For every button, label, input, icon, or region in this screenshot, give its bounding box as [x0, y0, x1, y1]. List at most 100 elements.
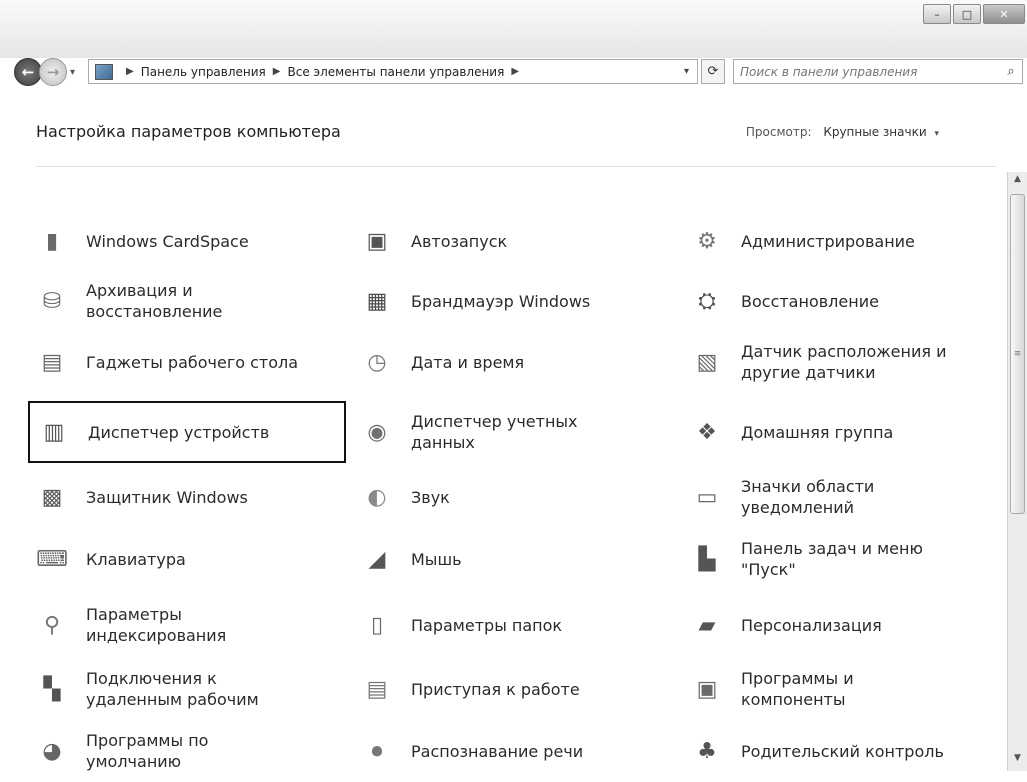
breadcrumb-separator-icon[interactable]: ▶ [126, 66, 134, 77]
personalization-icon: ▰ [698, 612, 716, 638]
parental-controls-icon: ♣ [697, 738, 717, 764]
getting-started-icon: ▤ [366, 676, 388, 702]
view-by-label: Просмотр: [745, 125, 812, 139]
item-label: Windows CardSpace [86, 231, 249, 251]
control-panel-icon [95, 63, 113, 80]
item-label: Защитник Windows [86, 487, 248, 507]
autoplay-icon: ▣ [366, 228, 388, 254]
forward-button[interactable]: → [39, 58, 67, 86]
taskbar-icon: ▙ [698, 546, 716, 572]
nav-buttons: ← → ▾ [14, 58, 78, 86]
breadcrumb-separator-icon[interactable]: ▶ [273, 66, 281, 77]
backup-icon: ⛁ [42, 288, 62, 314]
item-device-manager[interactable]: ▥ Диспетчер устройств [28, 401, 346, 463]
recent-pages-dropdown[interactable]: ▾ [70, 67, 75, 78]
item-location-sensors[interactable]: ▧ Датчик расположения и другие датчики [683, 331, 983, 393]
item-label: Приступая к работе [411, 679, 580, 699]
programs-features-icon: ▣ [696, 676, 718, 702]
address-bar[interactable]: ▶ Панель управления ▶ Все элементы панел… [88, 59, 698, 84]
credential-manager-icon: ◉ [367, 419, 387, 445]
homegroup-icon: ❖ [697, 419, 717, 445]
view-by-control: Просмотр: Крупные значки ▾ [746, 125, 939, 139]
search-input[interactable] [734, 63, 1000, 80]
item-label: Брандмауэр Windows [411, 291, 591, 311]
item-taskbar-start-menu[interactable]: ▙ Панель задач и меню "Пуск" [683, 528, 983, 590]
breadcrumb-control-panel[interactable]: Панель управления [141, 65, 266, 79]
page-title: Настройка параметров компьютера [36, 122, 341, 141]
item-label: Администрирование [741, 231, 915, 251]
item-label: Программы по умолчанию [86, 731, 209, 771]
item-credential-manager[interactable]: ◉ Диспетчер учетных данных [353, 401, 671, 463]
remote-desktop-icon: ▚ [43, 676, 61, 702]
folder-options-icon: ▯ [370, 612, 384, 638]
recovery-icon: ⛭ [698, 288, 716, 314]
refresh-button[interactable]: ⟳ [701, 59, 725, 84]
item-label: Параметры индексирования [86, 605, 227, 645]
item-label: Диспетчер устройств [88, 422, 270, 442]
item-parental-controls[interactable]: ♣ Родительский контроль [683, 720, 983, 782]
item-label: Дата и время [411, 352, 525, 372]
item-recovery[interactable]: ⛭ Восстановление [683, 270, 983, 332]
item-mouse[interactable]: ◢ Мышь [353, 528, 671, 590]
defender-icon: ▩ [41, 484, 63, 510]
item-label: Восстановление [741, 291, 879, 311]
close-button[interactable]: ✕ [983, 4, 1025, 24]
item-label: Звук [411, 487, 450, 507]
date-time-icon: ◷ [367, 349, 387, 375]
scroll-down-icon[interactable]: ▼ [1008, 753, 1027, 769]
item-homegroup[interactable]: ❖ Домашняя группа [683, 401, 983, 463]
item-label: Программы и компоненты [741, 669, 854, 709]
item-folder-options[interactable]: ▯ Параметры папок [353, 594, 671, 656]
speech-recognition-icon: ⏺ [371, 738, 383, 764]
default-programs-icon: ◕ [42, 738, 62, 764]
item-autoplay[interactable]: ▣ Автозапуск [353, 210, 671, 272]
back-button[interactable]: ← [14, 58, 42, 86]
item-getting-started[interactable]: ▤ Приступая к работе [353, 658, 671, 720]
item-notification-icons[interactable]: ▭ Значки области уведомлений [683, 466, 983, 528]
item-label: Параметры папок [411, 615, 563, 635]
item-administrative-tools[interactable]: ⚙ Администрирование [683, 210, 983, 272]
search-box[interactable]: ⌕ [733, 59, 1023, 84]
item-indexing-options[interactable]: ⚲ Параметры индексирования [28, 594, 346, 656]
indexing-icon: ⚲ [43, 612, 61, 638]
divider [36, 166, 996, 167]
minimize-button[interactable]: – [923, 4, 951, 24]
item-label: Гаджеты рабочего стола [86, 352, 299, 372]
scroll-up-icon[interactable]: ▲ [1008, 174, 1027, 190]
device-manager-icon: ▥ [43, 419, 65, 445]
title-bar: – □ ✕ [0, 0, 1027, 58]
item-default-programs[interactable]: ◕ Программы по умолчанию [28, 720, 346, 782]
breadcrumb-all-items[interactable]: Все элементы панели управления [287, 65, 504, 79]
item-backup-restore[interactable]: ⛁ Архивация и восстановление [28, 270, 346, 332]
item-desktop-gadgets[interactable]: ▤ Гаджеты рабочего стола [28, 331, 346, 393]
item-label: Архивация и восстановление [86, 281, 223, 321]
cardspace-icon: ▮ [45, 228, 59, 254]
chevron-down-icon[interactable]: ▾ [934, 129, 939, 139]
item-label: Родительский контроль [741, 741, 944, 761]
item-label: Датчик расположения и другие датчики [741, 342, 947, 382]
maximize-button[interactable]: □ [953, 4, 981, 24]
item-sound[interactable]: ◐ Звук [353, 466, 671, 528]
item-label: Диспетчер учетных данных [411, 412, 578, 452]
item-windows-cardspace[interactable]: ▮ Windows CardSpace [28, 210, 346, 272]
keyboard-icon: ⌨ [36, 546, 68, 572]
address-dropdown-icon[interactable]: ▾ [684, 66, 697, 77]
item-date-time[interactable]: ◷ Дата и время [353, 331, 671, 393]
view-by-dropdown[interactable]: Крупные значки [823, 125, 926, 139]
breadcrumb-separator-icon[interactable]: ▶ [511, 66, 519, 77]
item-label: Панель задач и меню "Пуск" [741, 539, 923, 579]
item-personalization[interactable]: ▰ Персонализация [683, 594, 983, 656]
gadgets-icon: ▤ [41, 349, 63, 375]
item-label: Подключения к удаленным рабочим [86, 669, 259, 709]
scroll-thumb[interactable]: ≡ [1010, 194, 1025, 514]
search-icon[interactable]: ⌕ [1000, 64, 1022, 79]
vertical-scrollbar[interactable]: ▲ ≡ ▼ [1007, 172, 1027, 771]
location-sensor-icon: ▧ [696, 349, 718, 375]
item-programs-features[interactable]: ▣ Программы и компоненты [683, 658, 983, 720]
item-windows-firewall[interactable]: ▦ Брандмауэр Windows [353, 270, 671, 332]
item-remote-desktop-connections[interactable]: ▚ Подключения к удаленным рабочим [28, 658, 346, 720]
mouse-icon: ◢ [368, 546, 386, 572]
item-keyboard[interactable]: ⌨ Клавиатура [28, 528, 346, 590]
item-speech-recognition[interactable]: ⏺ Распознавание речи [353, 720, 671, 782]
item-windows-defender[interactable]: ▩ Защитник Windows [28, 466, 346, 528]
